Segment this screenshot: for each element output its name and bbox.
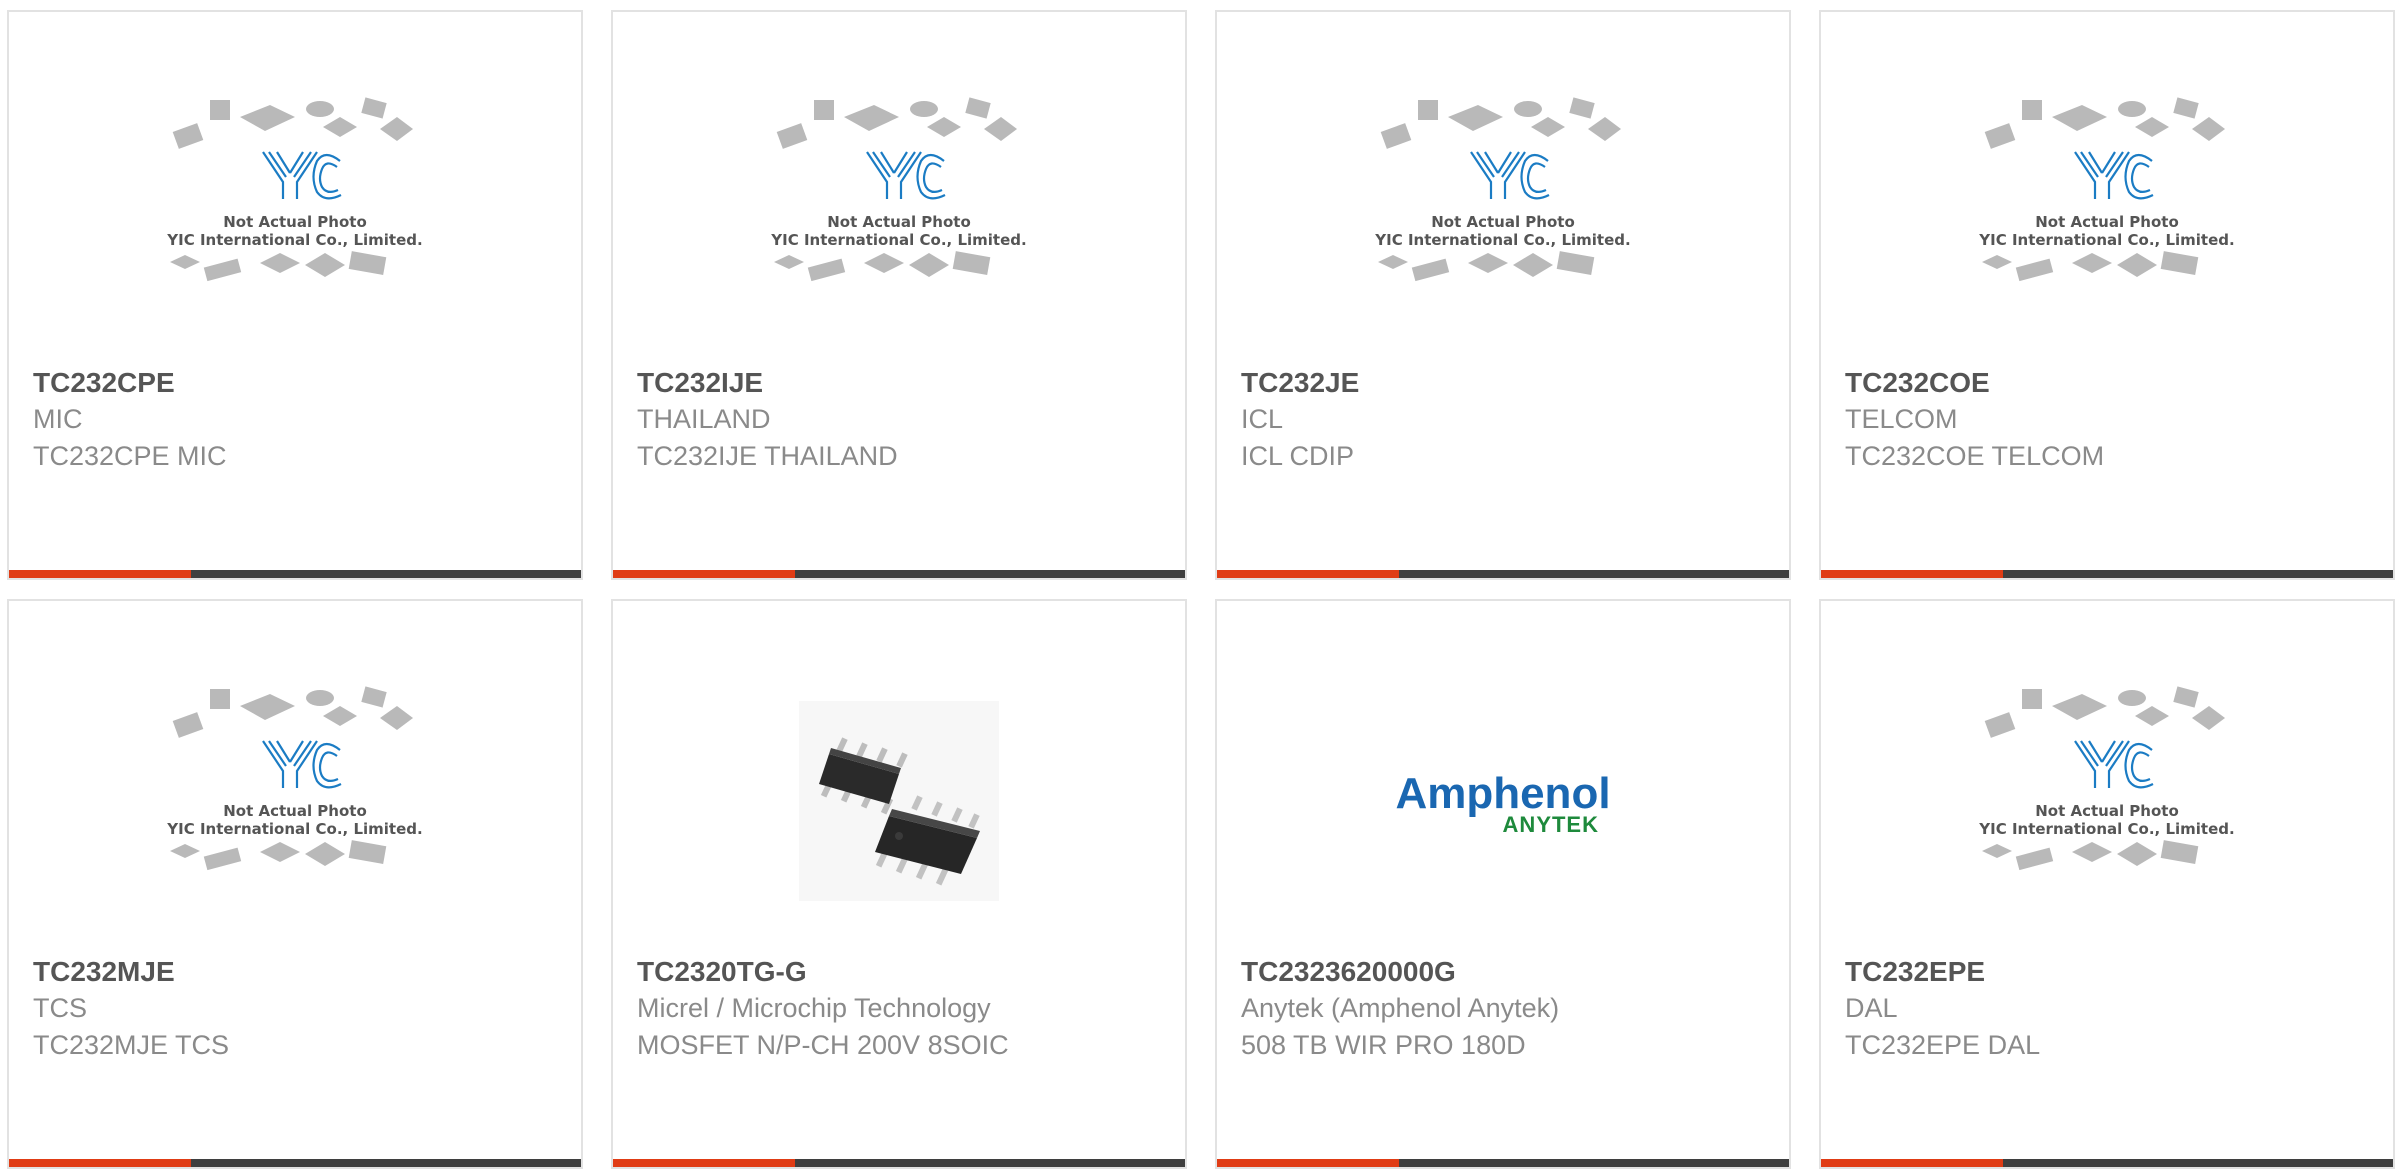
placeholder-company: YIC International Co., Limited. (166, 231, 422, 249)
part-number[interactable]: TC2320TG-G (637, 954, 1169, 990)
yic-logo (2074, 151, 2154, 200)
manufacturer: ICL (1241, 404, 1284, 434)
manufacturer: TCS (33, 993, 87, 1023)
product-image[interactable]: Not Actual Photo YIC International Co., … (1821, 651, 2393, 951)
yic-logo (866, 151, 946, 200)
card-bottom-bar (9, 1159, 581, 1167)
card-bottom-bar (613, 570, 1185, 578)
placeholder-company: YIC International Co., Limited. (1374, 231, 1630, 249)
part-number[interactable]: TC232MJE (33, 954, 565, 990)
description: TC232COE TELCOM (1845, 441, 2105, 471)
placeholder-company: YIC International Co., Limited. (770, 231, 1026, 249)
placeholder-company: YIC International Co., Limited. (166, 820, 422, 838)
not-actual-photo-placeholder: Not Actual Photo YIC International Co., … (1978, 97, 2235, 282)
yic-logo (1470, 151, 1550, 200)
description: MOSFET N/P-CH 200V 8SOIC (637, 1030, 1009, 1060)
product-image[interactable]: Not Actual Photo YIC International Co., … (613, 62, 1185, 362)
not-actual-photo-placeholder: Not Actual Photo YIC International Co., … (166, 686, 423, 871)
card-bottom-bar (1217, 570, 1789, 578)
product-card[interactable]: Not Actual Photo YIC International Co., … (1215, 10, 1791, 580)
product-card[interactable]: Not Actual Photo YIC International Co., … (611, 10, 1187, 580)
part-number[interactable]: TC232JE (1241, 365, 1773, 401)
yic-logo (262, 151, 342, 200)
placeholder-caption: Not Actual Photo (223, 213, 367, 231)
card-bottom-bar (613, 1159, 1185, 1167)
part-number[interactable]: TC232COE (1845, 365, 2377, 401)
manufacturer: DAL (1845, 993, 1898, 1023)
placeholder-company: YIC International Co., Limited. (1978, 231, 2234, 249)
product-image[interactable]: Not Actual Photo YIC International Co., … (9, 651, 581, 951)
product-image[interactable] (613, 651, 1185, 951)
product-card[interactable]: Not Actual Photo YIC International Co., … (7, 10, 583, 580)
not-actual-photo-placeholder: Not Actual Photo YIC International Co., … (1978, 686, 2235, 871)
placeholder-caption: Not Actual Photo (827, 213, 971, 231)
not-actual-photo-placeholder: Not Actual Photo YIC International Co., … (770, 97, 1027, 282)
manufacturer: Micrel / Microchip Technology (637, 993, 991, 1023)
svg-text:ANYTEK: ANYTEK (1503, 812, 1599, 837)
part-number[interactable]: TC232CPE (33, 365, 565, 401)
yic-logo (2074, 740, 2154, 789)
not-actual-photo-placeholder: Not Actual Photo YIC International Co., … (1374, 97, 1631, 282)
product-image[interactable]: Not Actual Photo YIC International Co., … (1821, 62, 2393, 362)
not-actual-photo-placeholder: Not Actual Photo YIC International Co., … (166, 97, 423, 282)
placeholder-company: YIC International Co., Limited. (1978, 820, 2234, 838)
placeholder-caption: Not Actual Photo (2035, 213, 2179, 231)
card-bottom-bar (1217, 1159, 1789, 1167)
product-card[interactable]: Not Actual Photo YIC International Co., … (7, 599, 583, 1169)
manufacturer: TELCOM (1845, 404, 1958, 434)
card-bottom-bar (1821, 570, 2393, 578)
amphenol-anytek-logo: Amphenol ANYTEK (1395, 769, 1610, 837)
placeholder-caption: Not Actual Photo (223, 802, 367, 820)
soic-8-chip-photo (799, 701, 999, 901)
description: TC232EPE DAL (1845, 1030, 2041, 1060)
product-image[interactable]: Amphenol ANYTEK (1217, 651, 1789, 951)
manufacturer: Anytek (Amphenol Anytek) (1241, 993, 1560, 1023)
placeholder-caption: Not Actual Photo (1431, 213, 1575, 231)
manufacturer: THAILAND (637, 404, 771, 434)
description: 508 TB WIR PRO 180D (1241, 1030, 1526, 1060)
product-image[interactable]: Not Actual Photo YIC International Co., … (1217, 62, 1789, 362)
part-number[interactable]: TC232IJE (637, 365, 1169, 401)
description: TC232IJE THAILAND (637, 441, 898, 471)
product-image[interactable]: Not Actual Photo YIC International Co., … (9, 62, 581, 362)
description: TC232MJE TCS (33, 1030, 230, 1060)
product-card[interactable]: Not Actual Photo YIC International Co., … (1819, 10, 2395, 580)
product-card[interactable]: Not Actual Photo YIC International Co., … (1819, 599, 2395, 1169)
part-number[interactable]: TC2323620000G (1241, 954, 1773, 990)
product-card[interactable]: Amphenol ANYTEK TC2323620000G Anytek (Am… (1215, 599, 1791, 1169)
description: ICL CDIP (1241, 441, 1355, 471)
manufacturer: MIC (33, 404, 83, 434)
placeholder-caption: Not Actual Photo (2035, 802, 2179, 820)
svg-text:Amphenol: Amphenol (1395, 769, 1610, 818)
part-number[interactable]: TC232EPE (1845, 954, 2377, 990)
card-bottom-bar (9, 570, 581, 578)
product-card[interactable]: TC2320TG-G Micrel / Microchip Technology… (611, 599, 1187, 1169)
card-bottom-bar (1821, 1159, 2393, 1167)
description: TC232CPE MIC (33, 441, 227, 471)
yic-logo (262, 740, 342, 789)
product-grid: Not Actual Photo YIC International Co., … (0, 0, 2400, 1169)
